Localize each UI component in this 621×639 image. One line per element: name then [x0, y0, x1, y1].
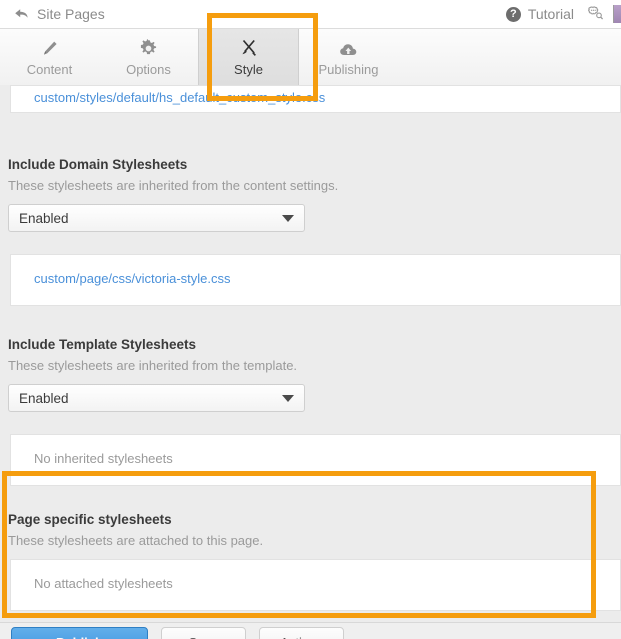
domain-section-title: Include Domain Stylesheets [8, 157, 188, 172]
include-domain-stylesheets-section: Include Domain Stylesheets These stylesh… [0, 157, 621, 232]
tab-style[interactable]: Style [198, 29, 299, 85]
default-stylesheet-row: custom/styles/default/hs_default_custom_… [11, 86, 620, 116]
tutorial-link[interactable]: Tutorial [528, 6, 574, 22]
tab-options-label: Options [126, 61, 171, 77]
page-empty-text: No attached stylesheets [34, 576, 173, 591]
domain-stylesheets-select[interactable]: Enabled [8, 204, 305, 232]
top-bar: Site Pages ? Tutorial [0, 0, 621, 29]
tab-options[interactable]: Options [99, 29, 198, 85]
page-stylesheet-box: No attached stylesheets [10, 559, 621, 611]
tab-publishing-label: Publishing [318, 61, 379, 77]
cloud-upload-icon [339, 38, 359, 58]
domain-select-value: Enabled [19, 210, 69, 226]
template-select-value: Enabled [19, 390, 69, 406]
gear-icon [139, 38, 158, 58]
bottom-action-bar: Publish Save Actions [0, 622, 621, 639]
tab-strip: Content Options Style Publishing [0, 29, 621, 86]
chat-search-icon[interactable] [588, 6, 606, 22]
domain-stylesheet-box: custom/page/css/victoria-style.css [10, 254, 621, 306]
template-section-title: Include Template Stylesheets [8, 337, 197, 352]
default-stylesheet-link[interactable]: custom/styles/default/hs_default_custom_… [34, 90, 325, 105]
chevron-down-icon [282, 394, 294, 402]
page-section-subtitle: These stylesheets are attached to this p… [8, 533, 264, 548]
default-stylesheet-box: custom/styles/default/hs_default_custom_… [10, 85, 621, 113]
save-button[interactable]: Save [161, 627, 246, 639]
template-stylesheets-select[interactable]: Enabled [8, 384, 305, 412]
chevron-down-icon [282, 214, 294, 222]
publish-button[interactable]: Publish [11, 627, 148, 639]
pencil-icon [41, 38, 59, 58]
domain-stylesheet-link[interactable]: custom/page/css/victoria-style.css [34, 271, 231, 286]
template-empty-text: No inherited stylesheets [34, 451, 173, 466]
breadcrumb-title[interactable]: Site Pages [37, 6, 105, 22]
tab-content[interactable]: Content [0, 29, 99, 85]
domain-stylesheet-row: custom/page/css/victoria-style.css [11, 255, 620, 297]
domain-section-subtitle: These stylesheets are inherited from the… [8, 178, 339, 193]
tab-style-label: Style [234, 61, 263, 77]
include-template-stylesheets-section: Include Template Stylesheets These style… [0, 337, 621, 412]
question-mark-icon[interactable]: ? [505, 6, 521, 22]
page-specific-stylesheets-section: Page specific stylesheets These styleshe… [0, 512, 621, 548]
top-bar-right-group: ? Tutorial [505, 0, 621, 28]
actions-button[interactable]: Actions [259, 627, 344, 639]
page-section-title: Page specific stylesheets [8, 512, 172, 527]
template-section-subtitle: These stylesheets are inherited from the… [8, 358, 298, 373]
tab-content-label: Content [26, 61, 73, 77]
back-arrow-icon[interactable] [13, 6, 29, 22]
right-edge-sliver [613, 5, 621, 23]
paintbrush-icon [239, 38, 259, 58]
tab-publishing[interactable]: Publishing [299, 29, 398, 85]
style-settings-panel: custom/styles/default/hs_default_custom_… [0, 85, 621, 639]
template-stylesheet-box: No inherited stylesheets [10, 434, 621, 486]
